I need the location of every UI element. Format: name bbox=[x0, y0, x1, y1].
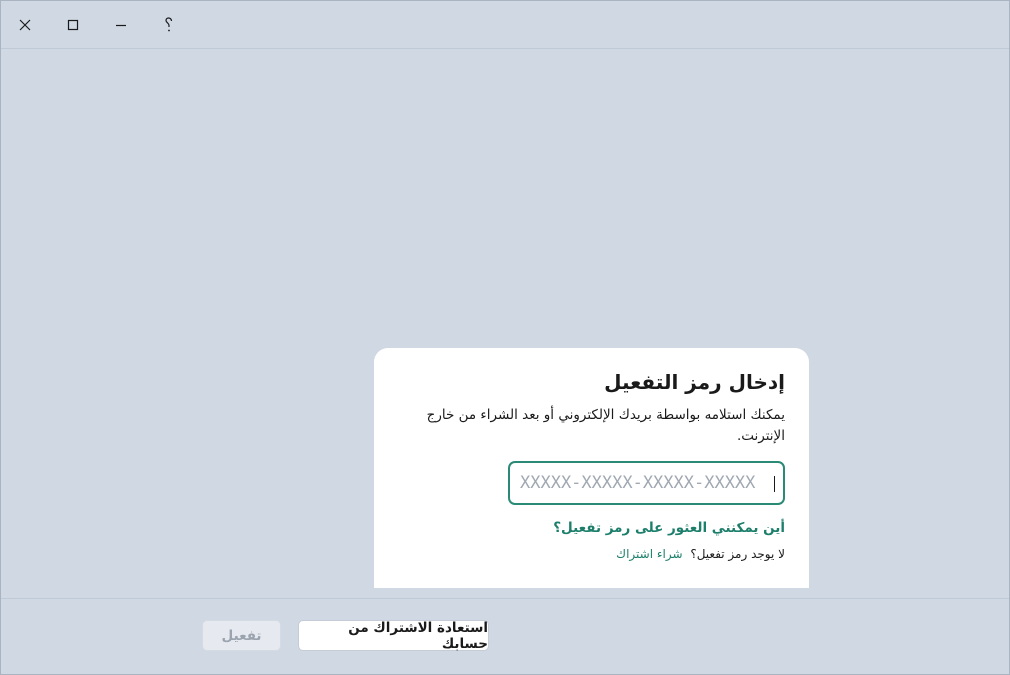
activation-card: إدخال رمز التفعيل يمكنك استلامه بواسطة ب… bbox=[374, 348, 809, 588]
minimize-button[interactable] bbox=[97, 1, 145, 48]
activation-code-input[interactable] bbox=[510, 463, 783, 503]
app-window: إدخال رمز التفعيل يمكنك استلامه بواسطة ب… bbox=[0, 0, 1010, 675]
text-caret bbox=[774, 476, 775, 492]
minimize-icon bbox=[116, 24, 126, 26]
help-icon bbox=[165, 16, 173, 31]
close-button[interactable] bbox=[1, 1, 49, 48]
restore-subscription-button[interactable]: استعادة الاشتراك من حسابك bbox=[298, 620, 489, 652]
card-title: إدخال رمز التفعيل bbox=[604, 370, 785, 394]
card-description: يمكنك استلامه بواسطة بريدك الإلكتروني أو… bbox=[426, 407, 785, 444]
no-code-text: لا يوجد رمز تفعيل؟ bbox=[690, 547, 785, 561]
no-code-row: لا يوجد رمز تفعيل؟ شراء اشتراك bbox=[616, 547, 785, 561]
maximize-icon bbox=[67, 19, 79, 30]
activate-button[interactable]: تفعيل bbox=[202, 620, 281, 651]
footer-bar: استعادة الاشتراك من حسابك تفعيل bbox=[1, 598, 1009, 674]
help-button[interactable] bbox=[145, 1, 193, 48]
buy-subscription-link[interactable]: شراء اشتراك bbox=[616, 547, 682, 561]
title-bar bbox=[1, 1, 1009, 49]
maximize-button[interactable] bbox=[49, 1, 97, 48]
activation-code-field[interactable] bbox=[508, 461, 785, 505]
find-code-link[interactable]: أين يمكنني العثور على رمز تفعيل؟ bbox=[553, 520, 785, 536]
close-icon bbox=[19, 19, 31, 30]
